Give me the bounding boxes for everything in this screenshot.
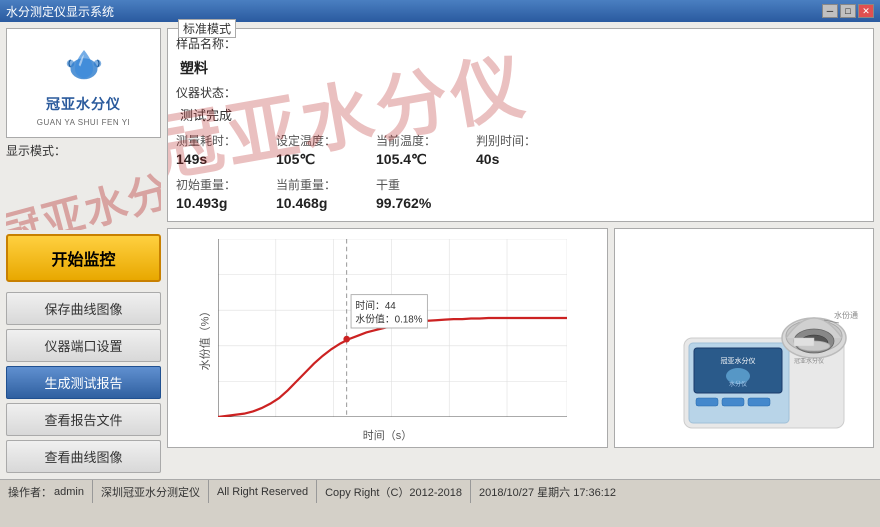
dry-weight-value: 99.762% — [376, 195, 456, 211]
svg-text:时间：44: 时间：44 — [355, 299, 396, 312]
operator-label: 操作者： — [8, 484, 52, 500]
content-area: 冠亚水分仪 GUAN YA SHUI FEN YI 显示模式： 冠亚水分仪 开始… — [0, 22, 880, 479]
initial-weight-group: 初始重量： 10.493g — [176, 176, 256, 211]
current-temp-label: 当前温度： — [376, 132, 456, 149]
test-status-value: 测试完成 — [180, 105, 865, 124]
company-text: 深圳冠亚水分测定仪 — [101, 484, 200, 500]
current-weight-label: 当前重量： — [276, 176, 356, 193]
svg-text:水份通: 水份通 — [834, 310, 858, 320]
watermark-text: 冠亚水分仪 — [6, 163, 161, 230]
judge-time-value: 40s — [476, 151, 556, 167]
watermark-area: 冠亚水分仪 — [6, 163, 161, 230]
current-weight-group: 当前重量： 10.468g — [276, 176, 356, 211]
svg-text:冠亚水分仪: 冠亚水分仪 — [721, 356, 756, 365]
title-text: 水分测定仪显示系统 — [6, 3, 114, 20]
window-controls: ─ □ ✕ — [822, 4, 874, 18]
bottom-area: 水份值（%） 时间（s） — [167, 228, 874, 448]
close-button[interactable]: ✕ — [858, 4, 874, 18]
start-monitor-button[interactable]: 开始监控 — [6, 234, 161, 282]
logo-company-name: 冠亚水分仪 — [46, 94, 121, 114]
maximize-button[interactable]: □ — [840, 4, 856, 18]
main-container: 冠亚水分仪 GUAN YA SHUI FEN YI 显示模式： 冠亚水分仪 开始… — [0, 22, 880, 503]
mode-badge: 标准模式 — [178, 19, 236, 38]
save-curve-button[interactable]: 保存曲线图像 — [6, 292, 161, 325]
sample-value: 塑料 — [180, 58, 865, 78]
view-report-button[interactable]: 查看报告文件 — [6, 403, 161, 436]
chart-x-label: 时间（s） — [363, 427, 413, 443]
initial-weight-label: 初始重量： — [176, 176, 256, 193]
sample-row: 样品名称： — [176, 35, 865, 52]
dry-weight-group: 干重 99.762% — [376, 176, 456, 211]
generate-report-button[interactable]: 生成测试报告 — [6, 366, 161, 399]
measure-time-group: 测量耗时： 149s — [176, 132, 256, 167]
judge-time-label: 判别时间： — [476, 132, 556, 149]
svg-text:水分仪: 水分仪 — [729, 380, 747, 388]
set-temp-group: 设定温度： 105℃ — [276, 132, 356, 168]
logo-pinyin: GUAN YA SHUI FEN YI — [37, 118, 131, 127]
statusbar: 操作者： admin 深圳冠亚水分测定仪 All Right Reserved … — [0, 479, 880, 503]
dry-weight-label: 干重 — [376, 176, 456, 193]
chart-container: 水份值（%） 时间（s） — [167, 228, 608, 448]
instrument-row: 仪器状态： — [176, 84, 865, 101]
current-temp-group: 当前温度： 105.4℃ — [376, 132, 456, 168]
metrics-row: 测量耗时： 149s 设定温度： 105℃ 当前温度： 105.4℃ 判别时间：… — [176, 128, 865, 172]
datetime-text: 2018/10/27 星期六 17:36:12 — [479, 484, 616, 500]
minimize-button[interactable]: ─ — [822, 4, 838, 18]
logo-area: 冠亚水分仪 GUAN YA SHUI FEN YI — [6, 28, 161, 138]
instrument-illustration: 冠亚水分仪 水分仪 — [624, 238, 864, 438]
display-mode-row: 显示模式： — [6, 142, 161, 159]
chart-svg: 时间：44 水份值：0.18% 0.25 0.2 0.15 0.1 0.05 0… — [218, 239, 567, 417]
set-temp-label: 设定温度： — [276, 132, 356, 149]
chart-y-label: 水份值（%） — [196, 306, 212, 371]
current-weight-value: 10.468g — [276, 195, 356, 211]
judge-time-group: 判别时间： 40s — [476, 132, 556, 167]
view-curve-button[interactable]: 查看曲线图像 — [6, 440, 161, 473]
initial-weight-value: 10.493g — [176, 195, 256, 211]
right-panel: 标准模式 冠亚水分仪 样品名称： 塑料 仪器状态： 测试完成 测量耗时： — [167, 28, 874, 473]
svg-text:冠亚水分仪: 冠亚水分仪 — [794, 357, 824, 365]
weight-row: 初始重量： 10.493g 当前重量： 10.468g 干重 99.762% — [176, 172, 865, 215]
display-mode-label: 显示模式： — [6, 142, 66, 159]
instrument-image: 冠亚水分仪 水分仪 — [614, 228, 874, 448]
port-settings-button[interactable]: 仪器端口设置 — [6, 329, 161, 362]
titlebar: 水分测定仪显示系统 ─ □ ✕ — [0, 0, 880, 22]
rights-segment: All Right Reserved — [209, 480, 317, 503]
datetime-segment: 2018/10/27 星期六 17:36:12 — [471, 480, 624, 503]
instrument-label: 仪器状态： — [176, 84, 236, 101]
operator-value: admin — [54, 486, 84, 498]
rights-text: All Right Reserved — [217, 486, 308, 498]
svg-text:水份值：0.18%: 水份值：0.18% — [355, 312, 422, 325]
side-buttons-group: 保存曲线图像 仪器端口设置 生成测试报告 查看报告文件 查看曲线图像 — [6, 292, 161, 473]
current-temp-value: 105.4℃ — [376, 151, 456, 168]
set-temp-value: 105℃ — [276, 151, 356, 168]
copyright-segment: Copy Right（C）2012-2018 — [317, 480, 471, 503]
measure-time-value: 149s — [176, 151, 256, 167]
copyright-text: Copy Right（C）2012-2018 — [325, 484, 462, 500]
left-panel: 冠亚水分仪 GUAN YA SHUI FEN YI 显示模式： 冠亚水分仪 开始… — [6, 28, 161, 473]
operator-segment: 操作者： admin — [0, 480, 93, 503]
measure-time-label: 测量耗时： — [176, 132, 256, 149]
top-info-panel: 标准模式 冠亚水分仪 样品名称： 塑料 仪器状态： 测试完成 测量耗时： — [167, 28, 874, 222]
company-logo — [54, 40, 114, 90]
company-segment: 深圳冠亚水分测定仪 — [93, 480, 209, 503]
